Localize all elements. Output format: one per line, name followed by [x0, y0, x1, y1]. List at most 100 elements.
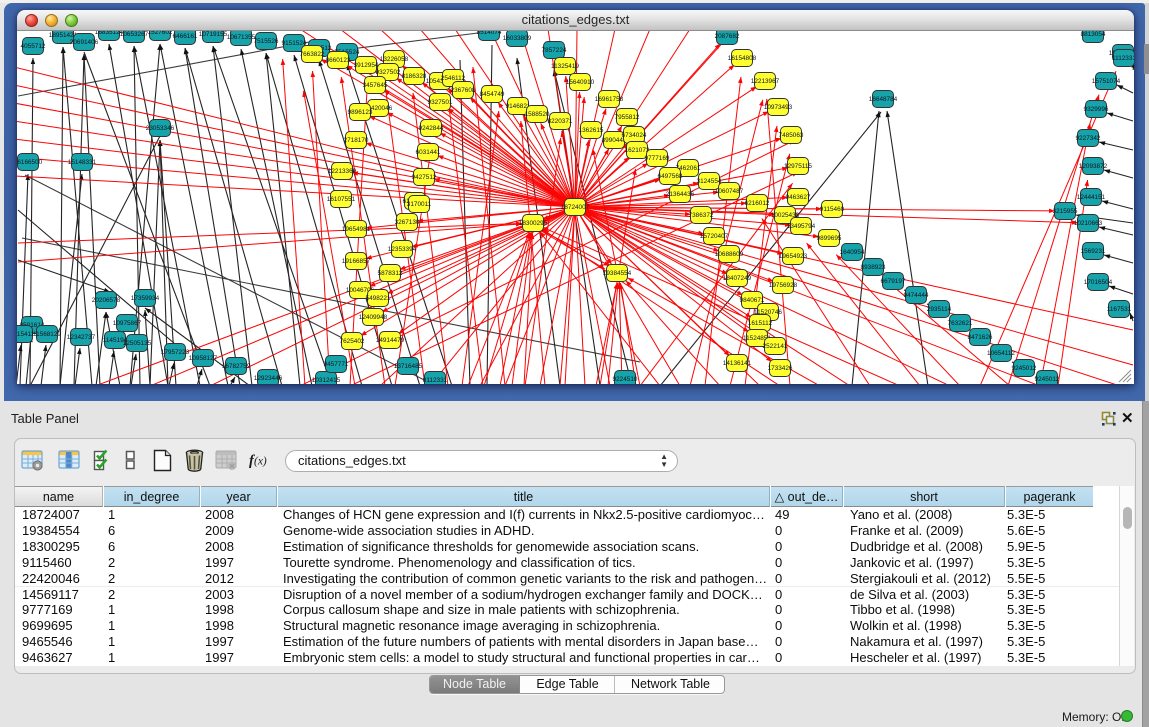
svg-text:1615112: 1615112: [748, 320, 773, 327]
svg-text:1588520: 1588520: [525, 111, 550, 118]
svg-text:5878312: 5878312: [378, 270, 403, 277]
svg-text:9115460: 9115460: [820, 206, 845, 213]
svg-text:10653267: 10653267: [120, 31, 149, 38]
svg-text:3215955: 3215955: [1053, 208, 1078, 215]
svg-text:9329996: 9329996: [1084, 106, 1109, 113]
svg-text:9457771: 9457771: [324, 361, 349, 368]
svg-text:7625402: 7625402: [340, 338, 365, 345]
svg-text:15751074: 15751074: [1092, 78, 1121, 85]
svg-text:11568129: 11568129: [33, 331, 61, 338]
svg-text:10607487: 10607487: [715, 188, 744, 195]
svg-text:12213967: 12213967: [751, 78, 780, 85]
svg-text:19654923: 19654923: [779, 253, 808, 260]
svg-text:16154808: 16154808: [728, 55, 757, 62]
svg-text:7955812: 7955812: [615, 114, 640, 121]
svg-text:16961758: 16961758: [595, 96, 624, 103]
svg-text:(x): (x): [254, 456, 267, 468]
svg-text:18300295: 18300295: [519, 220, 548, 227]
svg-text:8471626: 8471626: [968, 334, 993, 341]
svg-text:8660123: 8660123: [326, 57, 351, 64]
svg-text:10210663: 10210663: [1074, 220, 1103, 227]
svg-text:1362615: 1362615: [579, 127, 604, 134]
svg-text:1621072: 1621072: [625, 147, 650, 154]
svg-text:3457645: 3457645: [363, 82, 388, 89]
svg-text:9896123: 9896123: [348, 109, 373, 116]
svg-text:12975115: 12975115: [784, 163, 812, 170]
svg-text:10958127: 10958127: [189, 355, 218, 362]
svg-text:17016504: 17016504: [1084, 279, 1113, 286]
svg-text:15720407: 15720407: [700, 233, 729, 240]
svg-text:9327501: 9327501: [428, 99, 453, 106]
svg-text:18724007: 18724007: [561, 204, 590, 211]
svg-text:7632621: 7632621: [948, 320, 973, 327]
svg-text:6734024: 6734024: [622, 132, 647, 139]
svg-text:10671355: 10671355: [227, 34, 256, 41]
svg-text:2087682: 2087682: [715, 33, 740, 40]
svg-text:1167531: 1167531: [1107, 306, 1132, 313]
svg-text:3124554: 3124554: [697, 178, 722, 185]
svg-text:16107551: 16107551: [327, 196, 356, 203]
svg-text:9224510: 9224510: [613, 376, 638, 383]
svg-text:9474444: 9474444: [904, 292, 929, 299]
svg-text:15640910: 15640910: [566, 79, 595, 86]
svg-text:3267130: 3267130: [395, 219, 420, 226]
svg-text:9899695: 9899695: [817, 235, 842, 242]
svg-text:1112331: 1112331: [1112, 55, 1134, 62]
svg-text:8186328: 8186328: [402, 73, 427, 80]
svg-text:7857224: 7857224: [542, 47, 567, 54]
svg-text:10719155: 10719155: [199, 31, 228, 38]
svg-text:1527602: 1527602: [148, 31, 173, 36]
svg-text:12093872: 12093872: [1079, 163, 1108, 170]
svg-text:3170011: 3170011: [407, 201, 432, 208]
svg-text:10688609: 10688609: [715, 251, 744, 258]
svg-text:19166857: 19166857: [342, 258, 371, 265]
svg-text:23053346: 23053346: [146, 125, 175, 132]
svg-text:6497568: 6497568: [658, 173, 683, 180]
svg-text:26166500: 26166500: [17, 159, 43, 166]
svg-text:9245012: 9245012: [1035, 376, 1060, 383]
svg-text:4055712: 4055712: [21, 43, 46, 50]
svg-text:14136141: 14136141: [723, 360, 752, 367]
svg-text:13495794: 13495794: [787, 223, 816, 230]
svg-text:1733426: 1733426: [768, 365, 793, 372]
svg-text:12342737: 12342737: [67, 334, 96, 341]
svg-text:9463627: 9463627: [786, 194, 811, 201]
svg-text:9840671: 9840671: [740, 297, 765, 304]
svg-text:18407249: 18407249: [723, 275, 752, 282]
svg-text:16033809: 16033809: [503, 35, 532, 42]
svg-text:14914479: 14914479: [376, 337, 405, 344]
svg-text:1569231: 1569231: [1081, 248, 1106, 255]
svg-text:2522141: 2522141: [763, 343, 788, 350]
svg-text:11325419: 11325419: [551, 63, 579, 70]
svg-text:6679197: 6679197: [881, 278, 906, 285]
svg-text:5498221: 5498221: [366, 295, 391, 302]
svg-text:8813054: 8813054: [1081, 31, 1106, 38]
svg-text:16648784: 16648784: [869, 96, 898, 103]
svg-text:10654112: 10654112: [987, 350, 1015, 357]
svg-text:7485063: 7485063: [779, 132, 804, 139]
svg-text:6466161: 6466161: [173, 33, 198, 40]
svg-text:12444151: 12444151: [1077, 194, 1106, 201]
svg-text:9777169: 9777169: [645, 155, 670, 162]
svg-text:12213369: 12213369: [328, 168, 357, 175]
svg-text:2546112: 2546112: [441, 75, 466, 82]
svg-text:10312415: 10312415: [312, 377, 341, 384]
svg-text:10975867: 10975867: [113, 320, 142, 327]
svg-text:9327502: 9327502: [376, 69, 401, 76]
svg-text:2935114: 2935114: [927, 306, 952, 313]
svg-text:7663822: 7663822: [300, 51, 325, 58]
svg-text:9427512: 9427512: [412, 174, 437, 181]
svg-text:9242844: 9242844: [419, 125, 444, 132]
svg-text:13716485: 13716485: [394, 363, 423, 370]
svg-text:8938923: 8938923: [861, 264, 886, 271]
svg-text:10973493: 10973493: [764, 104, 793, 111]
svg-text:16782759: 16782759: [222, 363, 251, 370]
svg-text:1640954: 1640954: [840, 249, 865, 256]
svg-text:7515526: 7515526: [254, 38, 279, 45]
svg-text:9227342: 9227342: [1076, 135, 1101, 142]
svg-text:2718170: 2718170: [344, 137, 369, 144]
svg-text:19384554: 19384554: [603, 270, 632, 277]
svg-text:8454749: 8454749: [480, 91, 505, 98]
svg-text:6031441: 6031441: [416, 149, 441, 156]
svg-text:17359934: 17359934: [131, 295, 160, 302]
